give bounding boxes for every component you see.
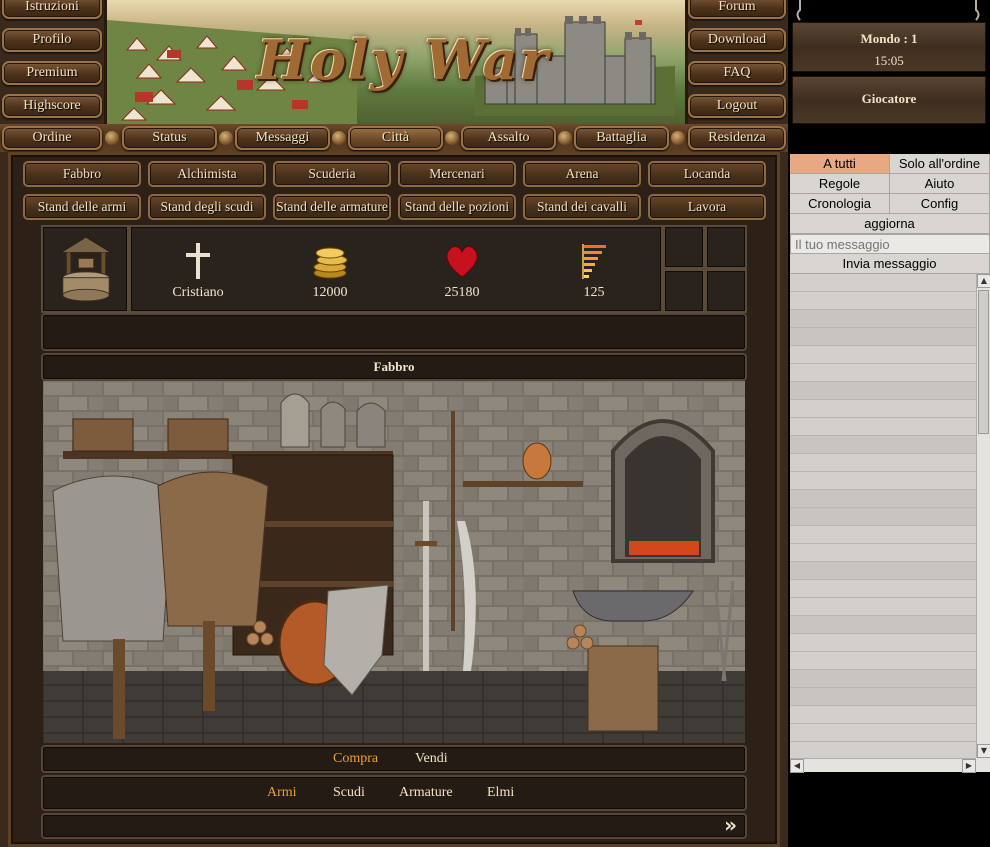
scroll-up-icon[interactable]: ▲	[977, 274, 990, 288]
next-page-icon[interactable]: »	[724, 813, 737, 837]
scroll-thumb[interactable]	[978, 290, 989, 434]
empty-slot	[705, 269, 747, 313]
stat-gold: 12000	[275, 227, 385, 301]
tab-residenza[interactable]: Residenza	[688, 126, 786, 150]
pagination-bar: »	[41, 813, 747, 839]
well-panel	[41, 225, 129, 313]
city-stand-armi-button[interactable]: Stand delle armi	[23, 194, 141, 220]
sell-link[interactable]: Vendi	[415, 751, 448, 767]
tab-assalto[interactable]: Assalto	[461, 126, 556, 150]
chat-tab-to-all[interactable]: A tutti	[790, 154, 890, 174]
game-logo: Holy War	[257, 28, 551, 92]
nav-istruzioni-button[interactable]: Istruzioni	[2, 0, 102, 19]
city-stand-armature-button[interactable]: Stand delle armature	[273, 194, 391, 220]
chat-send-button[interactable]: Invia messaggio	[790, 254, 990, 274]
world-label: Mondo : 1	[860, 31, 918, 46]
category-scudi-link[interactable]: Scudi	[333, 785, 365, 801]
city-locanda-button[interactable]: Locanda	[648, 161, 766, 187]
scroll-right-icon[interactable]: ▶	[962, 759, 976, 773]
chat-tab-order-only[interactable]: Solo all'ordine	[890, 154, 990, 174]
info-bar	[41, 313, 747, 351]
rivet-icon	[558, 131, 572, 145]
city-stand-cavalli-button[interactable]: Stand dei cavalli	[523, 194, 641, 220]
empty-slot	[663, 225, 705, 269]
nav-premium-button[interactable]: Premium	[2, 61, 102, 85]
city-scuderia-button[interactable]: Scuderia	[273, 161, 391, 187]
tab-status[interactable]: Status	[122, 126, 217, 150]
category-elmi-link[interactable]: Elmi	[487, 785, 514, 801]
rivet-icon	[219, 131, 233, 145]
category-bar: Armi Scudi Armature Elmi	[41, 775, 747, 811]
player-label: Giocatore	[861, 91, 917, 106]
game-frame: Istruzioni Profilo Premium Highscore Hol…	[0, 0, 788, 847]
gold-coins-icon	[313, 247, 348, 279]
nav-highscore-button[interactable]: Highscore	[2, 94, 102, 118]
rivet-icon	[671, 131, 685, 145]
stat-health: 25180	[407, 227, 517, 301]
tab-battaglia[interactable]: Battaglia	[574, 126, 669, 150]
cross-icon	[186, 243, 210, 279]
chat-vertical-scrollbar[interactable]: ▲ ▼	[976, 274, 990, 758]
heart-icon	[446, 245, 478, 278]
game-banner: Holy War	[104, 0, 688, 128]
scroll-left-icon[interactable]: ◀	[790, 759, 804, 773]
category-armature-link[interactable]: Armature	[399, 785, 453, 801]
tab-citta[interactable]: Città	[348, 126, 443, 150]
nav-download-button[interactable]: Download	[688, 28, 786, 52]
rivet-icon	[105, 131, 119, 145]
chat-horizontal-scrollbar[interactable]: ◀ ▶	[790, 758, 976, 773]
chat-log[interactable]	[790, 274, 976, 758]
content-panel: Fabbro Alchimista Scuderia Mercenari Are…	[8, 152, 780, 847]
tab-ordine[interactable]: Ordine	[2, 126, 102, 150]
chat-message-input[interactable]	[790, 234, 990, 254]
chain-hooks	[796, 0, 980, 21]
nav-faq-button[interactable]: FAQ	[688, 61, 786, 85]
city-stand-scudi-button[interactable]: Stand degli scudi	[148, 194, 266, 220]
empty-slot	[663, 269, 705, 313]
city-fabbro-button[interactable]: Fabbro	[23, 161, 141, 187]
stat-religion: Cristiano	[143, 227, 253, 301]
city-lavora-button[interactable]: Lavora	[648, 194, 766, 220]
stat-gold-value: 12000	[312, 285, 348, 300]
empty-slot	[705, 225, 747, 269]
city-alchimista-button[interactable]: Alchimista	[148, 161, 266, 187]
tab-messaggi[interactable]: Messaggi	[235, 126, 330, 150]
nav-logout-button[interactable]: Logout	[688, 94, 786, 118]
stat-religion-value: Cristiano	[172, 285, 224, 300]
scroll-corner	[976, 758, 990, 772]
rivet-icon	[445, 131, 459, 145]
location-title: Fabbro	[41, 353, 747, 381]
city-arena-button[interactable]: Arena	[523, 161, 641, 187]
well-icon	[59, 236, 113, 302]
server-time: 15:05	[874, 53, 904, 68]
player-panel: Giocatore	[792, 76, 986, 124]
side-panel: Mondo : 1 15:05 Giocatore A tutti Solo a…	[788, 0, 990, 847]
stat-experience-value: 125	[583, 285, 605, 300]
chat-config-button[interactable]: Config	[890, 194, 990, 214]
stat-experience: 125	[539, 227, 649, 301]
chat-help-button[interactable]: Aiuto	[890, 174, 990, 194]
scroll-down-icon[interactable]: ▼	[977, 744, 990, 758]
stat-health-value: 25180	[444, 285, 480, 300]
chat-rules-button[interactable]: Regole	[790, 174, 890, 194]
rivet-icon	[332, 131, 346, 145]
nav-forum-button[interactable]: Forum	[688, 0, 786, 19]
world-panel: Mondo : 1 15:05	[792, 22, 986, 72]
category-armi-link[interactable]: Armi	[267, 785, 297, 801]
city-stand-pozioni-button[interactable]: Stand delle pozioni	[398, 194, 516, 220]
experience-bars-icon	[582, 244, 606, 279]
chat-history-button[interactable]: Cronologia	[790, 194, 890, 214]
trade-bar: Compra Vendi	[41, 745, 747, 773]
stats-panel: Cristiano 12000 25180 125	[129, 225, 663, 313]
nav-profilo-button[interactable]: Profilo	[2, 28, 102, 52]
buy-link[interactable]: Compra	[333, 751, 378, 767]
city-mercenari-button[interactable]: Mercenari	[398, 161, 516, 187]
blacksmith-scene	[43, 381, 745, 743]
chat-refresh-button[interactable]: aggiorna	[790, 214, 990, 234]
